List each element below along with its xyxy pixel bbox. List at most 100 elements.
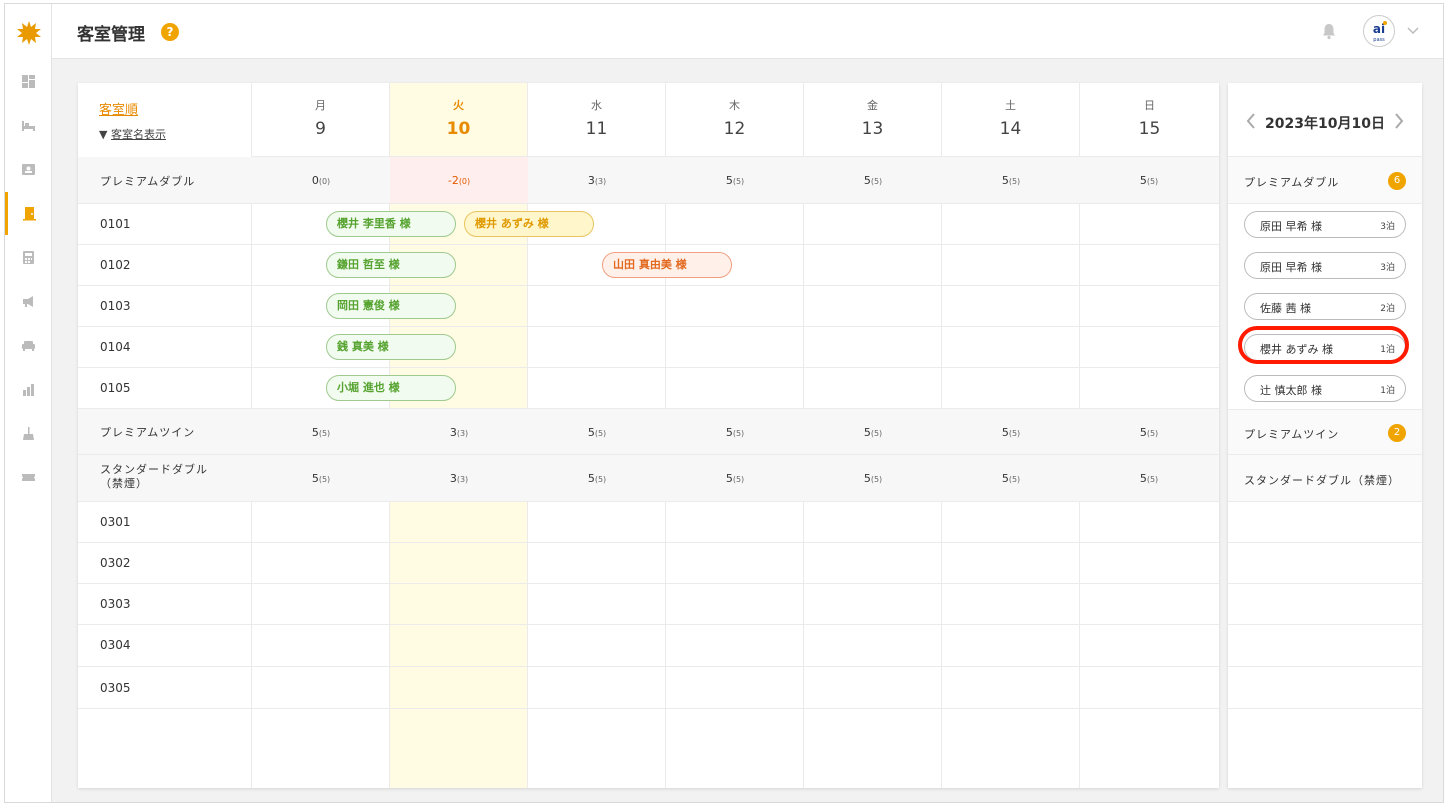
room-row: 0304 <box>78 625 1219 667</box>
ticket-icon <box>21 474 35 481</box>
bar-chart-icon <box>22 384 34 396</box>
bell-icon[interactable] <box>1320 22 1338 40</box>
guest-item[interactable]: 辻 慎太郎 様 1泊 <box>1244 375 1406 402</box>
sidebar-item-reports[interactable] <box>5 368 51 411</box>
room-type-row: プレミアムツイン 5(5) 3(3) 5(5) 5(5) 5(5) 5(5) 5… <box>78 409 1219 455</box>
availability-cell: 5(5) <box>528 426 666 439</box>
room-row: 0305 <box>78 667 1219 709</box>
day-header: 水 11 <box>528 83 665 157</box>
room-type-name-line2: （禁煙） <box>100 477 148 490</box>
side-empty-row <box>1228 584 1422 625</box>
chevron-right-icon[interactable] <box>1394 113 1404 129</box>
availability-total: (5) <box>1146 429 1159 438</box>
availability-total: (0) <box>318 177 331 186</box>
availability-total: (3) <box>456 429 469 438</box>
page-title: 客室管理 <box>77 25 145 45</box>
room-number: 0302 <box>100 556 131 570</box>
room-calendar: 客室順 ▼ 客室名表示 月9 火 10 水 11 木 12 金 13 土 14 日 15 プ… <box>78 83 1219 788</box>
reservation-chip[interactable]: 銭 真美 様 <box>326 334 456 360</box>
room-row: 0302 <box>78 543 1219 584</box>
weekday: 木 <box>729 99 740 112</box>
guest-item[interactable]: 原田 早希 様 3泊 <box>1244 211 1406 238</box>
availability-total: (5) <box>318 475 331 484</box>
bed-icon <box>21 121 35 131</box>
availability-cell: 5(5) <box>1080 174 1218 187</box>
availability-cell: 0(0) <box>252 174 390 187</box>
guest-item[interactable]: 原田 早希 様 3泊 <box>1244 252 1406 279</box>
weekday: 月 <box>315 99 326 112</box>
day-number: 13 <box>861 119 884 139</box>
availability-total: (5) <box>1008 177 1021 186</box>
avatar[interactable]: ai pass <box>1363 15 1395 47</box>
sidebar-item-cleaning[interactable] <box>5 412 51 455</box>
availability-total: (3) <box>594 177 607 186</box>
room-type-name-line1: スタンダードダブル <box>100 463 208 476</box>
sidebar-item-rooms[interactable] <box>5 104 51 147</box>
room-type-name: プレミアムダブル <box>100 175 196 188</box>
room-number: 0305 <box>100 681 131 695</box>
sidebar-item-billing[interactable] <box>5 236 51 279</box>
reservation-chip[interactable]: 岡田 憲俊 様 <box>326 293 456 319</box>
availability-value: 5 <box>1001 472 1009 485</box>
room-row: 0301 <box>78 502 1219 543</box>
sort-by-room-link[interactable]: 客室順 <box>99 99 138 118</box>
availability-value: 5 <box>1001 426 1009 439</box>
availability-value: 3 <box>449 472 457 485</box>
weekday: 火 <box>453 99 464 112</box>
room-number: 0304 <box>100 638 131 652</box>
sidebar-item-promotion[interactable] <box>5 280 51 323</box>
availability-value: 5 <box>587 472 595 485</box>
availability-value: -2 <box>447 174 459 187</box>
weekday: 日 <box>1144 99 1155 112</box>
sidebar-item-tickets[interactable] <box>5 456 51 499</box>
availability-cell: 5(5) <box>1080 426 1218 439</box>
availability-value: 5 <box>725 472 733 485</box>
availability-cell: 5(5) <box>804 472 942 485</box>
availability-value: 5 <box>863 426 871 439</box>
room-number: 0301 <box>100 515 131 529</box>
room-row: 0104 <box>78 327 1219 368</box>
availability-total: (5) <box>594 475 607 484</box>
side-room-type: プレミアムツイン 2 <box>1228 409 1422 455</box>
guest-count-badge: 2 <box>1388 424 1406 442</box>
availability-cell: 5(5) <box>666 174 804 187</box>
sidebar <box>5 4 52 802</box>
availability-value: 5 <box>725 174 733 187</box>
sidebar-item-room-management[interactable] <box>5 192 51 235</box>
reservation-chip[interactable]: 櫻井 あずみ 様 <box>464 211 594 237</box>
availability-value: 5 <box>1139 426 1147 439</box>
reservation-chip[interactable]: 櫻井 李里香 様 <box>326 211 456 237</box>
day-header: 木 12 <box>666 83 803 157</box>
availability-value: 5 <box>1139 472 1147 485</box>
sidebar-item-facilities[interactable] <box>5 324 51 367</box>
sidebar-item-guests[interactable] <box>5 148 51 191</box>
help-icon[interactable]: ? <box>161 23 179 41</box>
room-name-toggle[interactable]: ▼ 客室名表示 <box>99 126 166 142</box>
availability-cell: 3(3) <box>390 426 528 439</box>
avatar-text: ai <box>1372 22 1386 36</box>
cleaning-icon <box>22 427 34 440</box>
availability-cell: 3(3) <box>528 174 666 187</box>
reservation-chip[interactable]: 山田 真由美 様 <box>602 252 732 278</box>
guest-item[interactable]: 佐藤 茜 様 2泊 <box>1244 293 1406 320</box>
logo-icon[interactable] <box>16 20 42 46</box>
avatar-dot <box>1383 21 1387 25</box>
availability-total: (5) <box>1008 429 1021 438</box>
availability-cell: 5(5) <box>804 426 942 439</box>
availability-total: (5) <box>870 475 883 484</box>
room-number: 0102 <box>100 258 131 272</box>
side-room-type: スタンダードダブル（禁煙） <box>1228 455 1422 502</box>
availability-value: 3 <box>449 426 457 439</box>
availability-value: 5 <box>311 472 319 485</box>
guest-name: 原田 早希 様 <box>1260 220 1322 233</box>
availability-total: (5) <box>732 429 745 438</box>
sidebar-item-dashboard[interactable] <box>5 60 51 103</box>
reservation-chip[interactable]: 鎌田 哲至 様 <box>326 252 456 278</box>
room-name-toggle-label: 客室名表示 <box>110 128 166 141</box>
calculator-icon <box>22 251 34 264</box>
door-icon <box>23 207 36 221</box>
chevron-down-icon[interactable] <box>1407 26 1419 36</box>
availability-cell: 5(5) <box>252 426 390 439</box>
reservation-chip[interactable]: 小堀 進也 様 <box>326 375 456 401</box>
availability-cell: 5(5) <box>666 426 804 439</box>
